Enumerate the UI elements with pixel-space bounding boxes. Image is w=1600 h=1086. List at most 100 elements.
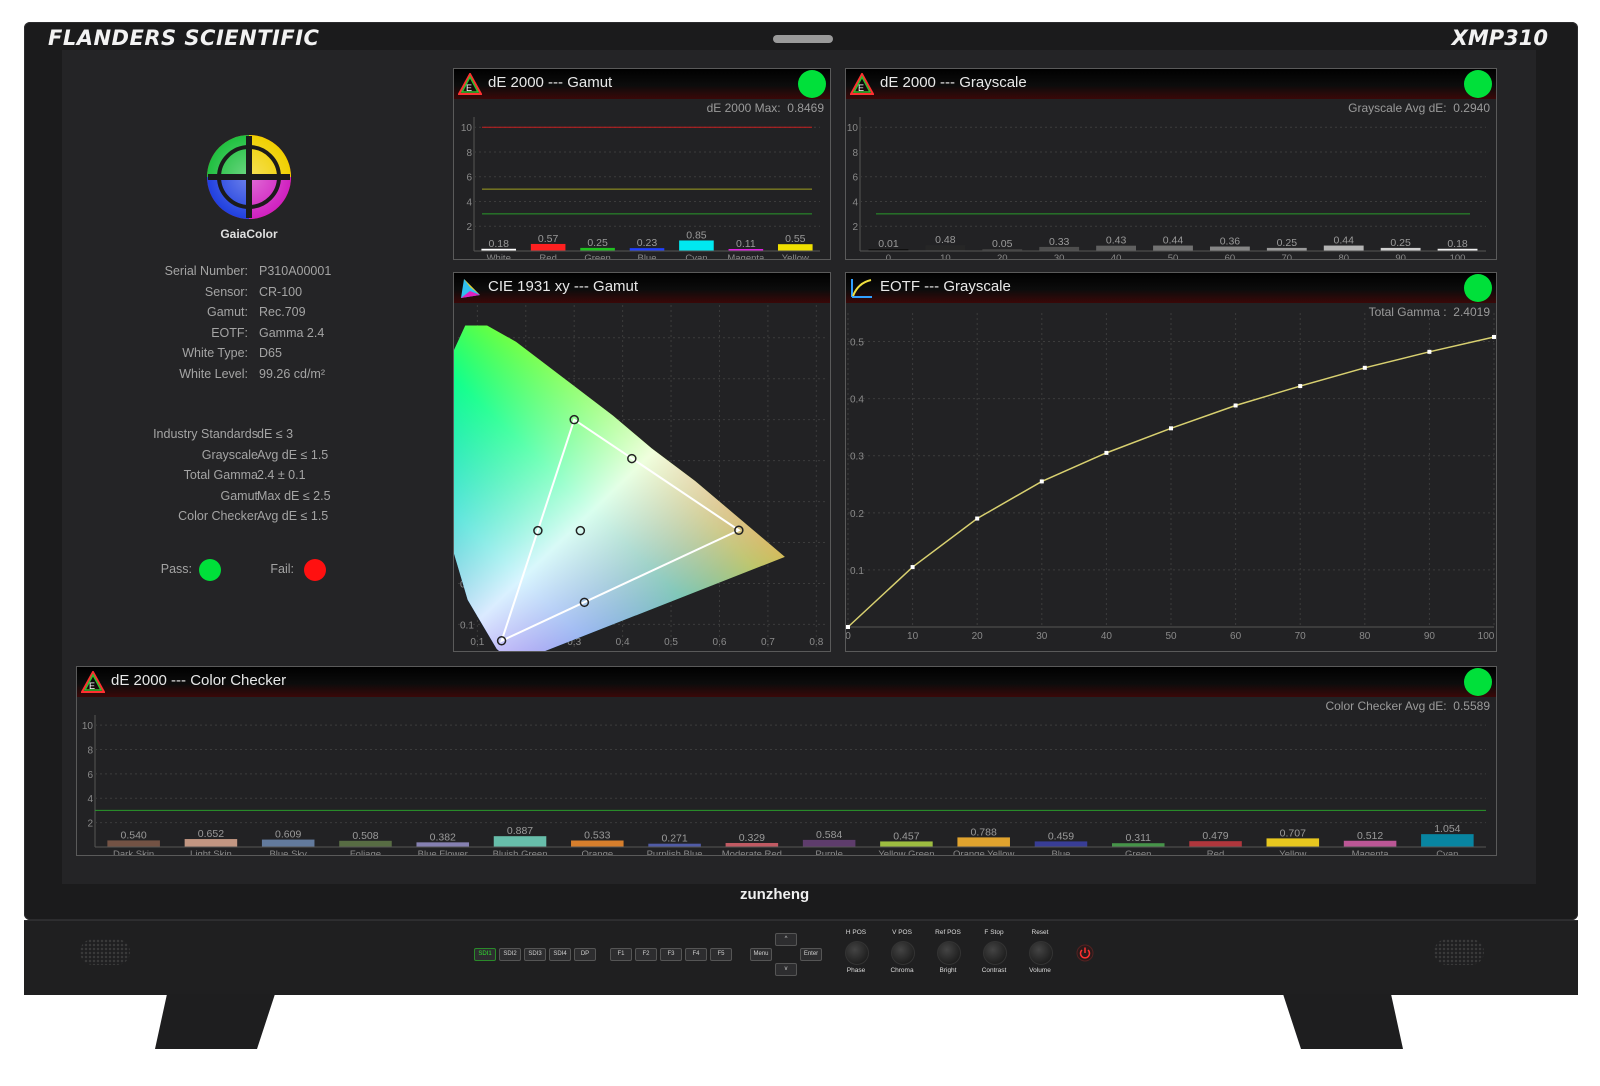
- input-button-sdi1[interactable]: SDI1: [474, 948, 496, 961]
- category-label: Blue: [1051, 849, 1070, 855]
- x-tick-label: 0: [846, 631, 851, 642]
- cie-gamut-panel: CIE 1931 xy --- Gamut 0.10.20.30.40.50.6…: [453, 272, 831, 652]
- x-tick-label: 30: [1036, 631, 1048, 642]
- bar-value-label: 0.533: [584, 830, 610, 842]
- speaker-grille-left: [80, 939, 130, 965]
- bar-value-label: 0.18: [488, 238, 509, 250]
- bar-value-label: 0.512: [1357, 830, 1383, 842]
- bar-value-label: 0.311: [1126, 832, 1152, 844]
- category-label: Red: [539, 253, 556, 259]
- eotf-point: [910, 565, 915, 570]
- eotf-point: [1362, 365, 1367, 370]
- y-tick-label: 4: [466, 197, 472, 208]
- category-label: Moderate Red: [722, 849, 782, 855]
- category-label: 50: [1168, 253, 1179, 259]
- category-label: White: [487, 253, 511, 259]
- category-label: Blue: [637, 253, 656, 259]
- standard-value: Avg dE ≤ 1.5: [257, 509, 329, 523]
- control-bezel: SDI1 SDI2 SDI3 SDI4 DP F1 F2 F3 F4 F5 Menu ^ v Enter H…: [24, 920, 1578, 995]
- color-checker-chart: 2 4 6 8 10 0.540 Dark Skin 0.652 Light Skin 0.609…: [82, 715, 1486, 855]
- bar-value-label: 0.44: [1334, 235, 1355, 247]
- bar: [1421, 834, 1474, 847]
- eotf-point: [1104, 450, 1109, 455]
- category-label: Cyan: [685, 253, 707, 259]
- maker-logo: zunzheng: [740, 886, 810, 903]
- category-label: 40: [1111, 253, 1122, 259]
- bar: [1266, 838, 1320, 847]
- control-knob[interactable]: [983, 941, 1007, 965]
- menu-button[interactable]: Menu: [750, 948, 772, 961]
- bar-value-label: 0.459: [1048, 830, 1074, 842]
- category-label: Yellow: [1279, 849, 1306, 855]
- knob-label: H POS: [845, 929, 867, 936]
- input-button-sdi3[interactable]: SDI3: [524, 948, 546, 961]
- category-label: Blue Flower: [418, 849, 468, 855]
- bar-value-label: 0.609: [275, 829, 301, 841]
- x-tick-label: 80: [1359, 631, 1371, 642]
- enter-button[interactable]: Enter: [800, 948, 822, 961]
- control-knob[interactable]: [1029, 941, 1053, 965]
- category-label: 90: [1395, 253, 1406, 259]
- knob-label: Ref POS: [935, 929, 961, 936]
- nav-up-button[interactable]: ^: [775, 933, 797, 946]
- category-label: Orange: [581, 849, 613, 855]
- bar-value-label: 1.054: [1434, 823, 1460, 835]
- category-label: Purple: [815, 849, 842, 855]
- category-label: Light Skin: [190, 849, 232, 855]
- info-value: P310A00001: [259, 264, 332, 278]
- eotf-point: [846, 625, 850, 629]
- x-tick-label: 40: [1101, 631, 1113, 642]
- eotf-point: [975, 516, 980, 521]
- knob-label: Reset: [1031, 929, 1049, 936]
- y-tick-label: 6: [87, 770, 93, 781]
- input-button-dp[interactable]: DP: [574, 948, 596, 961]
- category-label: Purplish Blue: [647, 849, 703, 855]
- bar-value-label: 0.43: [1106, 235, 1127, 247]
- input-button-sdi4[interactable]: SDI4: [549, 948, 571, 961]
- input-button-sdi2[interactable]: SDI2: [499, 948, 521, 961]
- eotf-chart: 0 10 20 30 40 50 60 70 80 90 100 0.1 0.2 0.3 0.4 0.5: [846, 313, 1496, 642]
- bar-value-label: 0.48: [935, 234, 956, 246]
- y-tick-label: 6: [852, 173, 858, 184]
- standard-label: Color Checker: [178, 509, 258, 523]
- bar-value-label: 0.271: [661, 833, 687, 845]
- eotf-point: [1039, 479, 1044, 484]
- bar-value-label: 0.85: [686, 229, 707, 241]
- bar-value-label: 0.652: [198, 828, 224, 840]
- bar-value-label: 0.25: [587, 237, 608, 249]
- y-tick-label: 4: [852, 197, 858, 208]
- category-label: Yellow Green: [878, 849, 934, 855]
- function-button-f2[interactable]: F2: [635, 948, 657, 961]
- y-tick-label: 4: [87, 794, 93, 805]
- model-name: XMP310: [1451, 26, 1548, 50]
- control-knob[interactable]: [891, 941, 915, 965]
- y-tick-label: 8: [852, 148, 858, 159]
- power-icon[interactable]: [1076, 944, 1094, 962]
- category-label: Orange Yellow: [953, 849, 1014, 855]
- bar-value-label: 0.23: [637, 237, 658, 249]
- category-label: 0: [886, 253, 891, 259]
- x-tick-label: 100: [1478, 631, 1495, 642]
- info-value: D65: [259, 346, 282, 360]
- standard-label: Total Gamma: [183, 468, 258, 482]
- function-button-f1[interactable]: F1: [610, 948, 632, 961]
- function-button-f5[interactable]: F5: [710, 948, 732, 961]
- control-knob[interactable]: [937, 941, 961, 965]
- info-label: EOTF:: [211, 325, 248, 340]
- function-button-f4[interactable]: F4: [685, 948, 707, 961]
- color-checker-panel: E dE 2000 --- Color Checker Color Checke…: [76, 666, 1497, 856]
- function-button-f3[interactable]: F3: [660, 948, 682, 961]
- x-tick-label: 0.4: [616, 637, 630, 648]
- bar-value-label: 0.57: [538, 233, 559, 245]
- y-tick-label: 8: [87, 745, 93, 756]
- bar: [957, 837, 1010, 847]
- bar-value-label: 0.382: [430, 831, 456, 843]
- info-label: White Level:: [179, 366, 248, 381]
- control-knob[interactable]: [845, 941, 869, 965]
- y-tick-label: 0.2: [850, 509, 864, 520]
- x-tick-label: 0.1: [470, 637, 484, 648]
- info-value: Gamma 2.4: [259, 325, 325, 340]
- nav-down-button[interactable]: v: [775, 963, 797, 976]
- y-tick-label: 2: [87, 819, 93, 830]
- gaiacolor-label: GaiaColor: [220, 227, 278, 241]
